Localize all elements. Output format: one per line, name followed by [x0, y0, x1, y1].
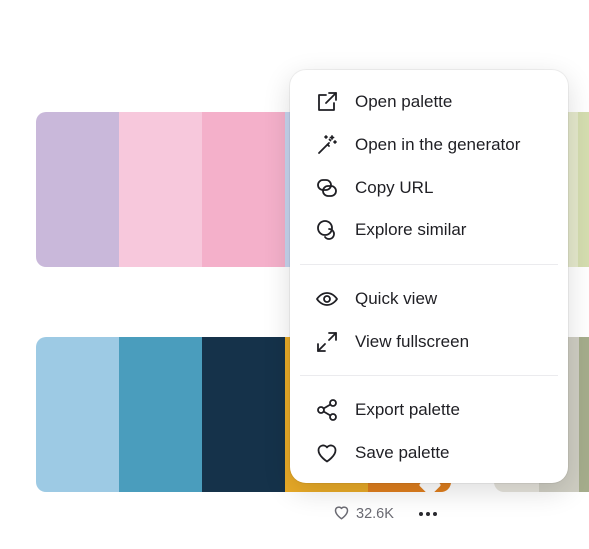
likes-count: 32.6K	[356, 506, 394, 522]
external-link-icon	[314, 89, 340, 115]
menu-item-open-in-generator[interactable]: Open in the generator	[304, 127, 554, 163]
color-swatch[interactable]	[579, 337, 589, 492]
color-swatch[interactable]	[119, 112, 202, 267]
menu-item-copy-url[interactable]: Copy URL	[304, 170, 554, 206]
menu-item-label: Quick view	[355, 289, 438, 308]
expand-icon	[314, 329, 340, 355]
menu-item-label: Copy URL	[355, 178, 434, 197]
menu-item-label: Export palette	[355, 400, 460, 419]
link-icon	[314, 175, 340, 201]
color-swatch[interactable]	[36, 337, 119, 492]
menu-divider	[300, 375, 558, 376]
color-swatch[interactable]	[119, 337, 202, 492]
explore-similar-icon	[314, 217, 340, 243]
color-swatch[interactable]	[202, 112, 285, 267]
menu-item-label: Open in the generator	[355, 135, 521, 154]
menu-item-save-palette[interactable]: Save palette	[304, 435, 554, 471]
heart-icon	[314, 440, 340, 466]
menu-item-open-palette[interactable]: Open palette	[304, 84, 554, 120]
menu-item-label: View fullscreen	[355, 332, 470, 351]
menu-item-explore-similar[interactable]: Explore similar	[304, 212, 554, 248]
menu-divider	[300, 264, 558, 265]
share-icon	[314, 397, 340, 423]
context-menu: Open palette Open in the generator Copy …	[290, 70, 568, 483]
menu-item-label: Explore similar	[355, 220, 467, 239]
more-options-button[interactable]	[414, 503, 442, 525]
magic-wand-icon	[314, 132, 340, 158]
menu-item-label: Open palette	[355, 92, 453, 111]
ellipsis-horizontal-icon	[419, 512, 437, 516]
color-swatch[interactable]	[36, 112, 119, 267]
likes-counter[interactable]: 32.6K	[332, 503, 394, 525]
heart-outline-icon	[332, 503, 351, 525]
eye-icon	[314, 286, 340, 312]
menu-item-export-palette[interactable]: Export palette	[304, 392, 554, 428]
menu-item-view-fullscreen[interactable]: View fullscreen	[304, 324, 554, 360]
menu-item-quick-view[interactable]: Quick view	[304, 281, 554, 317]
color-swatch[interactable]	[202, 337, 285, 492]
menu-item-label: Save palette	[355, 443, 450, 462]
color-swatch[interactable]	[578, 112, 589, 267]
